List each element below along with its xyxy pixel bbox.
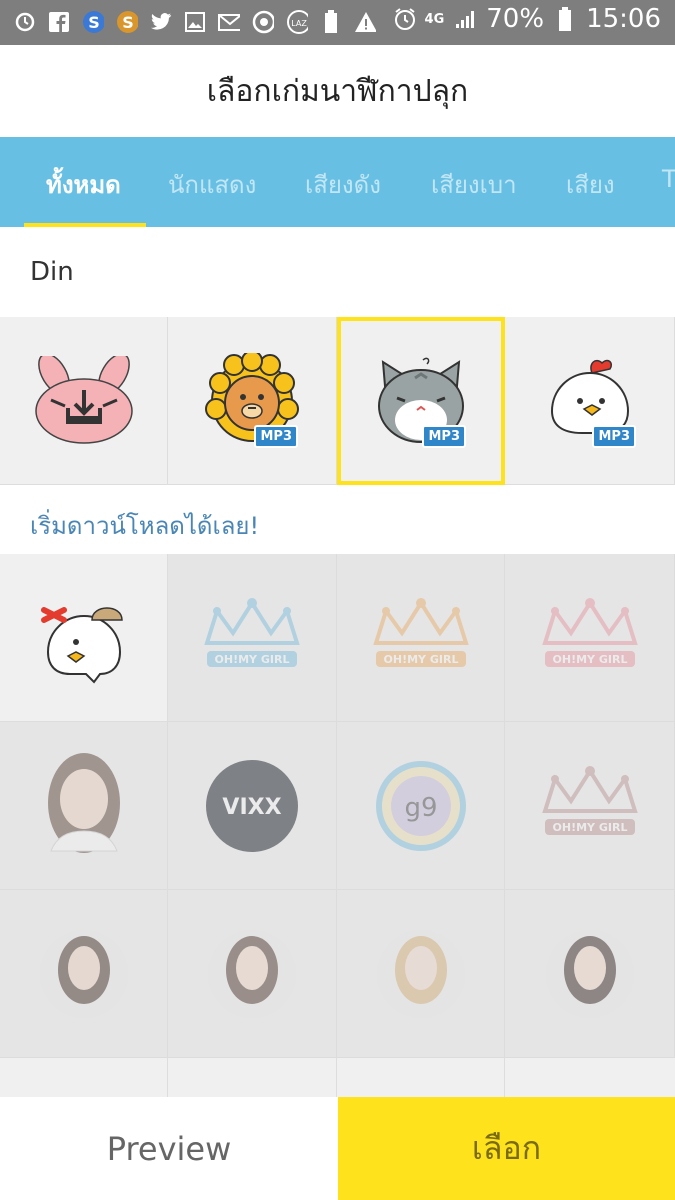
- gugudan-logo-text: g9: [404, 793, 437, 823]
- category-tabs: ทั้งหมด นักแสดง เสียงดัง เสียงเบา เสียง …: [0, 137, 675, 227]
- gugudan-logo-icon: g9: [375, 760, 466, 851]
- item-lion[interactable]: MP3: [168, 317, 337, 485]
- mp3-badge: MP3: [254, 425, 298, 448]
- preview-button[interactable]: Preview: [0, 1097, 338, 1200]
- page-title: เลือกเก่มนาฬีกาปลุก: [206, 73, 469, 109]
- notification-icons: S S LAZ: [14, 9, 376, 35]
- item-gugudan-logo[interactable]: g9: [337, 722, 505, 890]
- pink-bunny-download-icon: [34, 355, 133, 444]
- item-portrait-girl-5[interactable]: [505, 890, 675, 1058]
- available-section-header: เริ่มดาวน์โหลดได้เลย!: [0, 486, 675, 554]
- next-row-partial: [0, 1058, 675, 1098]
- item-pink-bunny-download[interactable]: [0, 317, 168, 485]
- available-section-label: เริ่มดาวน์โหลดได้เลย!: [30, 512, 260, 540]
- vixx-logo-text: VIXX: [222, 795, 281, 820]
- item-gray-cat[interactable]: MP3: [337, 317, 505, 485]
- item-ohmygirl-crown-pink[interactable]: OH!MY GIRL: [505, 554, 675, 722]
- portrait-girl-2-icon: [39, 929, 128, 1018]
- skype-icon: S: [82, 9, 104, 35]
- facebook-icon: [48, 9, 70, 35]
- available-grid: OH!MY GIRL OH!MY GIRL OH!MY GIRL VIXX g9…: [0, 554, 675, 1058]
- mail-icon: [218, 9, 240, 35]
- tab-all[interactable]: ทั้งหมด: [46, 165, 121, 204]
- item-vixx-logo[interactable]: VIXX: [168, 722, 337, 890]
- portrait-girl-4-icon: [376, 929, 465, 1018]
- twitter-icon: [150, 9, 172, 35]
- downloaded-section-header: Din: [0, 227, 675, 317]
- item-ohmygirl-crown-blue[interactable]: OH!MY GIRL: [168, 554, 337, 722]
- tab-soft[interactable]: เสียงเบา: [431, 165, 517, 204]
- vixx-logo-icon: VIXX: [206, 759, 298, 852]
- tab-more[interactable]: T: [662, 165, 675, 193]
- item-ohmygirl-crown-orange[interactable]: OH!MY GIRL: [337, 554, 505, 722]
- header: เลือกเก่มนาฬีกาปลุก: [0, 45, 675, 137]
- battery-icon: [554, 6, 576, 32]
- ohmygirl-crown-blue-icon: OH!MY GIRL: [204, 597, 300, 667]
- ohmygirl-crown-pink-icon: OH!MY GIRL: [541, 597, 638, 667]
- svg-text:S: S: [122, 13, 134, 32]
- signal-icon: [454, 6, 476, 32]
- partial-cell: [168, 1058, 337, 1098]
- ohmygirl-logo-text: OH!MY GIRL: [383, 653, 458, 666]
- ohmygirl-logo-text: OH!MY GIRL: [215, 653, 290, 666]
- status-bar: S S LAZ 4G 70% 15:06: [0, 0, 675, 45]
- tab-sound[interactable]: เสียง: [566, 165, 615, 204]
- sync-icon: [252, 9, 274, 35]
- partial-cell: [505, 1058, 675, 1098]
- battery-percent: 70%: [486, 4, 545, 34]
- lazada-icon: LAZ: [286, 9, 308, 35]
- battery-saver-icon: [320, 9, 342, 35]
- downloaded-grid: MP3 MP3 MP3: [0, 317, 675, 485]
- warning-icon: [354, 9, 376, 35]
- svg-text:LAZ: LAZ: [291, 19, 307, 28]
- alarm-icon: [14, 9, 36, 35]
- item-portrait-girl-1[interactable]: [0, 722, 168, 890]
- downloaded-section-label: Din: [30, 257, 74, 287]
- ohmygirl-crown-orange-icon: OH!MY GIRL: [372, 597, 469, 667]
- item-portrait-girl-3[interactable]: [168, 890, 337, 1058]
- ohmygirl-crown-dark-icon: OH!MY GIRL: [541, 765, 638, 835]
- partial-cell: [0, 1058, 168, 1098]
- item-portrait-girl-4[interactable]: [337, 890, 505, 1058]
- chick-detective-icon: [40, 606, 123, 684]
- mp3-badge: MP3: [422, 425, 466, 448]
- system-status: 4G 70% 15:06: [393, 4, 661, 34]
- portrait-girl-5-icon: [545, 929, 634, 1018]
- tab-loud[interactable]: เสียงดัง: [305, 165, 381, 204]
- item-white-chick[interactable]: MP3: [505, 317, 675, 485]
- portrait-girl-3-icon: [208, 929, 296, 1018]
- alarm-clock-icon: [393, 6, 415, 32]
- clock: 15:06: [586, 4, 661, 34]
- portrait-girl-1-icon: [47, 752, 120, 853]
- network-type: 4G: [424, 11, 445, 27]
- item-portrait-girl-2[interactable]: [0, 890, 168, 1058]
- ohmygirl-logo-text: OH!MY GIRL: [552, 653, 627, 666]
- gallery-icon: [184, 9, 206, 35]
- mp3-badge: MP3: [592, 425, 636, 448]
- item-ohmygirl-crown-dark[interactable]: OH!MY GIRL: [505, 722, 675, 890]
- partial-cell: [337, 1058, 505, 1098]
- tab-actors[interactable]: นักแสดง: [168, 165, 256, 204]
- item-chick-detective[interactable]: [0, 554, 168, 722]
- svg-text:S: S: [88, 13, 100, 32]
- s-app-icon: S: [116, 9, 138, 35]
- select-button[interactable]: เลือก: [338, 1097, 675, 1200]
- ohmygirl-logo-text: OH!MY GIRL: [552, 821, 627, 834]
- bottom-action-bar: Preview เลือก: [0, 1097, 675, 1200]
